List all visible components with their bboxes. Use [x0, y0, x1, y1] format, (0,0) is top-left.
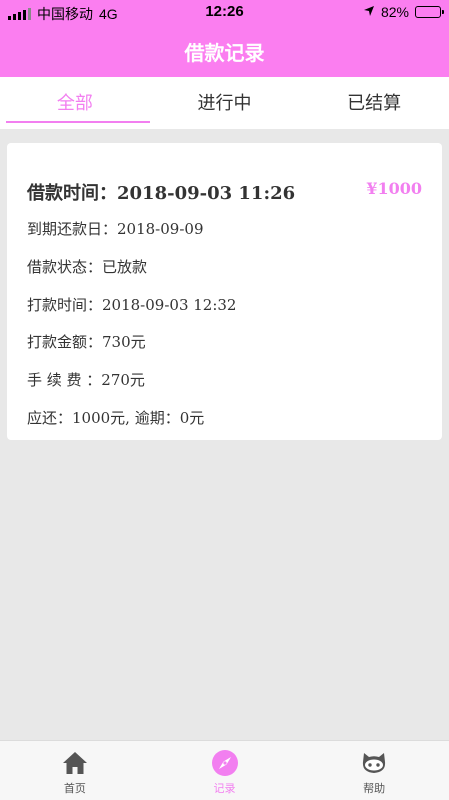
status-bar: 中国移动 4G 12:26 82%: [0, 0, 449, 24]
tab-all[interactable]: 全部: [0, 77, 150, 129]
tabbar-help-label: 帮助: [363, 782, 386, 795]
loan-status: 借款状态：已放款: [27, 258, 148, 276]
bottom-tab-bar: 首页 记录 帮助: [0, 740, 449, 800]
payout-amount: 打款金额：730元: [27, 333, 146, 351]
app-header: 中国移动 4G 12:26 82% 借款记录: [0, 0, 449, 77]
due-date: 到期还款日：2018-09-09: [27, 220, 204, 238]
location-arrow-icon: [363, 4, 375, 20]
payout-time: 打款时间：2018-09-03 12:32: [27, 296, 237, 314]
home-icon: [62, 752, 87, 774]
tab-in-progress[interactable]: 进行中: [150, 77, 300, 129]
tabbar-home-label: 首页: [63, 782, 86, 795]
page-title: 借款记录: [184, 41, 265, 65]
repayment-summary: 应还：1000元, 逾期：0元: [27, 409, 205, 427]
loan-record-card[interactable]: 借款时间：2018-09-03 11:26 ¥1000 到期还款日：2018-0…: [7, 143, 442, 440]
tabbar-records-label: 记录: [213, 782, 236, 795]
tabbar-records[interactable]: 记录: [150, 741, 300, 800]
tab-settled[interactable]: 已结算: [299, 77, 449, 129]
filter-tabs: 全部 进行中 已结算: [0, 77, 449, 129]
battery-icon: [415, 6, 444, 18]
battery-percent: 82%: [380, 4, 409, 20]
github-cat-icon: [363, 753, 386, 773]
loan-time: 借款时间：2018-09-03 11:26: [27, 183, 296, 204]
tabbar-home[interactable]: 首页: [0, 741, 150, 800]
service-fee: 手 续 费 ：270元: [27, 371, 145, 389]
tabbar-help[interactable]: 帮助: [299, 741, 449, 800]
compass-icon: [211, 750, 238, 776]
loan-amount: ¥1000: [366, 179, 422, 198]
